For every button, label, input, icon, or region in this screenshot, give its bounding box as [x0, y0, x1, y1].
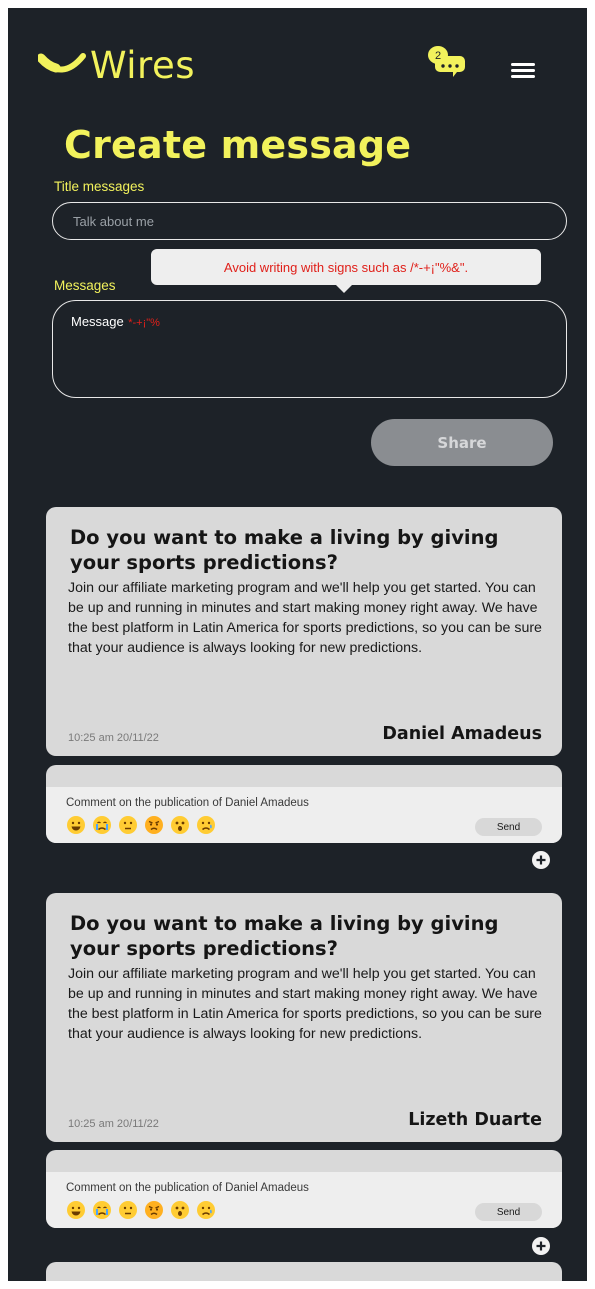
comment-area[interactable]: Comment on the publication of Daniel Ama… — [46, 787, 562, 843]
sad-emoji-icon[interactable] — [196, 815, 216, 835]
post-body: Join our affiliate marketing program and… — [68, 966, 542, 1042]
message-value: Message — [71, 314, 124, 329]
comment-placeholder[interactable]: Comment on the publication of Daniel Ama… — [66, 797, 542, 809]
post-title: Do you want to make a living by giving y… — [70, 526, 499, 574]
angry-emoji-icon[interactable] — [144, 1200, 164, 1220]
page-title: Create message — [64, 123, 412, 167]
post-body: Join our affiliate marketing program and… — [68, 580, 542, 656]
messages-label: Messages — [54, 278, 116, 293]
comment-area[interactable]: Comment on the publication of Daniel Ama… — [46, 1172, 562, 1228]
chat-bubble-icon: 2 — [428, 46, 465, 77]
smile-logo-icon — [38, 53, 86, 73]
neutral-emoji-icon[interactable] — [118, 1200, 138, 1220]
message-textarea[interactable]: Message *-+¡"% — [52, 300, 567, 398]
crying-emoji-icon[interactable] — [92, 1200, 112, 1220]
plus-icon — [536, 855, 546, 865]
add-button[interactable] — [532, 1237, 550, 1255]
send-comment-button[interactable]: Send — [475, 1203, 542, 1221]
validation-tooltip: Avoid writing with signs such as /*-+¡"%… — [151, 249, 541, 293]
post-card-partial — [46, 1262, 562, 1281]
comment-box: Comment on the publication of Daniel Ama… — [46, 1150, 562, 1228]
post-title: Do you want to make a living by giving y… — [70, 912, 499, 960]
brand-name: Wires — [90, 43, 195, 87]
share-button[interactable]: Share — [371, 419, 553, 466]
invalid-signs: *-+¡"% — [128, 317, 160, 329]
post-card: Do you want to make a living by giving y… — [46, 893, 562, 1142]
emoji-reactions — [66, 815, 542, 835]
hamburger-menu-icon[interactable] — [511, 63, 535, 79]
post-footer: 10:25 am 20/11/22 Daniel Amadeus — [68, 724, 542, 744]
title-label: Title messages — [54, 179, 145, 194]
neutral-emoji-icon[interactable] — [118, 815, 138, 835]
post-card: Do you want to make a living by giving y… — [46, 507, 562, 756]
plus-icon — [536, 1241, 546, 1251]
post-footer: 10:25 am 20/11/22 Lizeth Duarte — [68, 1110, 542, 1130]
title-input[interactable] — [52, 202, 567, 240]
app-screen: Wires 2 Create message Title messages Av… — [8, 8, 587, 1281]
add-button[interactable] — [532, 851, 550, 869]
send-comment-button[interactable]: Send — [475, 818, 542, 836]
angry-emoji-icon[interactable] — [144, 815, 164, 835]
comment-box: Comment on the publication of Daniel Ama… — [46, 765, 562, 843]
surprised-emoji-icon[interactable] — [170, 815, 190, 835]
post-author[interactable]: Daniel Amadeus — [382, 724, 542, 744]
emoji-reactions — [66, 1200, 542, 1220]
sad-emoji-icon[interactable] — [196, 1200, 216, 1220]
grin-emoji-icon[interactable] — [66, 1200, 86, 1220]
post-timestamp: 10:25 am 20/11/22 — [68, 732, 159, 744]
surprised-emoji-icon[interactable] — [170, 1200, 190, 1220]
chat-notifications-button[interactable]: 2 — [426, 44, 466, 80]
brand-logo[interactable]: Wires — [38, 40, 195, 90]
post-author[interactable]: Lizeth Duarte — [408, 1110, 542, 1130]
post-timestamp: 10:25 am 20/11/22 — [68, 1118, 159, 1130]
comment-placeholder[interactable]: Comment on the publication of Daniel Ama… — [66, 1182, 542, 1194]
notification-count: 2 — [435, 50, 441, 62]
grin-emoji-icon[interactable] — [66, 815, 86, 835]
crying-emoji-icon[interactable] — [92, 815, 112, 835]
